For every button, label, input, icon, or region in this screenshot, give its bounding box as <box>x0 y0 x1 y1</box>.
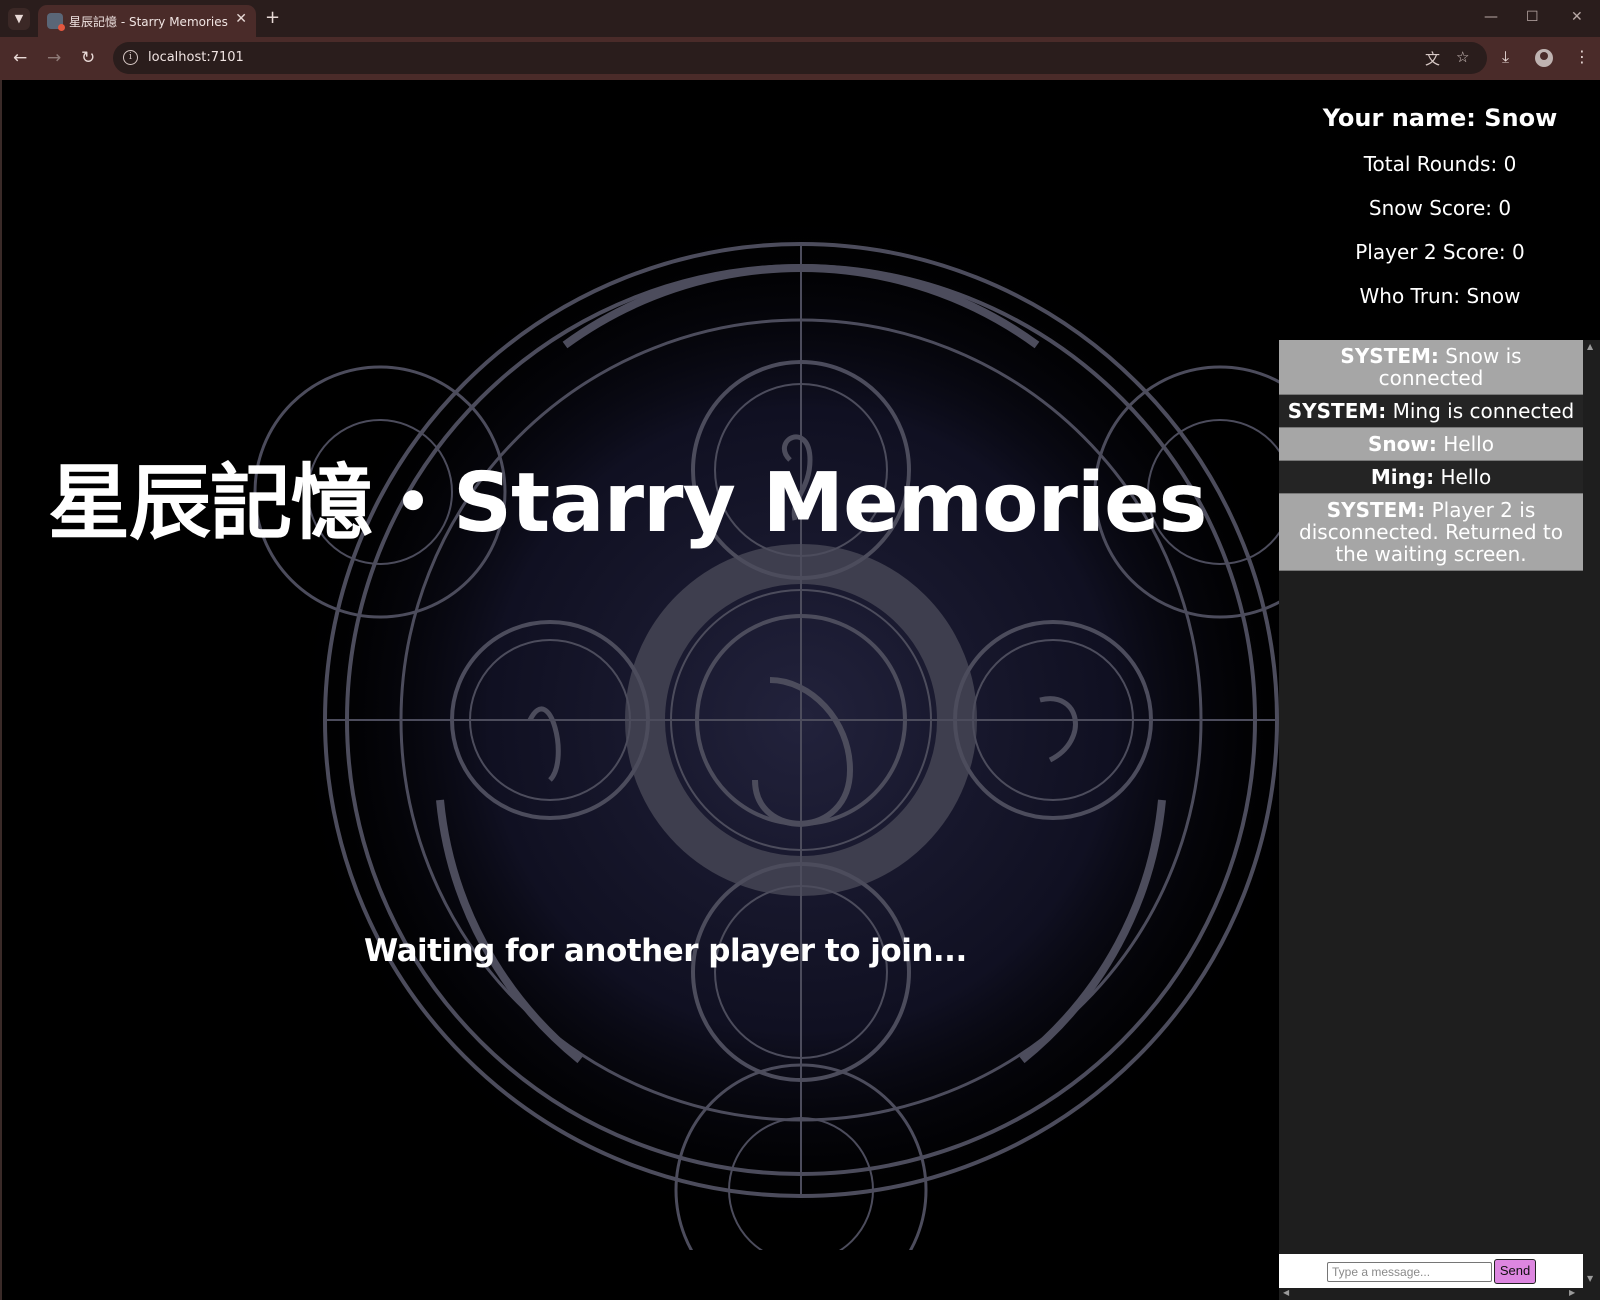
bookmark-star-icon[interactable]: ☆ <box>1456 48 1469 66</box>
scroll-up-icon[interactable]: ▲ <box>1587 342 1593 351</box>
scroll-right-icon[interactable]: ▶ <box>1569 1288 1575 1297</box>
chat-message-text: Hello <box>1436 432 1494 456</box>
translate-icon[interactable]: 文 <box>1425 48 1440 69</box>
chat-input-bar: Send <box>1279 1254 1583 1288</box>
send-button[interactable]: Send <box>1494 1259 1536 1284</box>
chat-message-text: Ming is connected <box>1386 399 1575 423</box>
browser-tab-strip: ▼ 星辰記憶 - Starry Memories ✕ + — ☐ ✕ <box>0 0 1600 37</box>
reload-icon[interactable]: ↻ <box>81 48 95 68</box>
chat-message: SYSTEM: Ming is connected <box>1279 395 1583 428</box>
address-bar[interactable]: i localhost:7101 文 ☆ <box>113 42 1487 74</box>
total-rounds: Total Rounds: 0 <box>1363 152 1517 176</box>
browser-tab[interactable]: 星辰記憶 - Starry Memories ✕ <box>38 5 256 37</box>
chevron-down-icon: ▼ <box>14 12 24 25</box>
chat-message-sender: SYSTEM: <box>1326 498 1426 522</box>
chat-horizontal-scrollbar[interactable]: ◀ ▶ <box>1279 1288 1600 1300</box>
window-close-icon[interactable]: ✕ <box>1571 9 1583 25</box>
player-name: Your name: Snow <box>1322 104 1558 132</box>
chat-message: Snow: Hello <box>1279 428 1583 461</box>
stats-panel: Your name: Snow Total Rounds: 0 Snow Sco… <box>1280 98 1600 308</box>
chat-message-sender: Ming: <box>1370 465 1435 489</box>
chat-message: SYSTEM: Snow is connected <box>1279 340 1583 395</box>
chat-message-sender: Snow: <box>1368 432 1437 456</box>
tab-title: 星辰記憶 - Starry Memories <box>69 15 228 29</box>
snow-score: Snow Score: 0 <box>1368 196 1512 220</box>
close-tab-icon[interactable]: ✕ <box>235 11 247 27</box>
chat-message-input[interactable] <box>1327 1262 1492 1282</box>
tab-list-button[interactable]: ▼ <box>8 8 30 30</box>
page-border <box>0 80 2 1300</box>
chat-message-text: Hello <box>1434 465 1492 489</box>
favicon-icon <box>47 13 65 31</box>
magic-circle-background <box>253 200 1347 1250</box>
forward-icon[interactable]: → <box>47 48 61 68</box>
maximize-icon[interactable]: ☐ <box>1526 9 1539 25</box>
browser-toolbar: ← → ↻ i localhost:7101 文 ☆ ⤓ ⋮ <box>0 37 1600 80</box>
chat-message-sender: SYSTEM: <box>1340 344 1439 368</box>
minimize-icon[interactable]: — <box>1484 9 1498 25</box>
menu-kebab-icon[interactable]: ⋮ <box>1574 47 1590 66</box>
profile-avatar-icon[interactable] <box>1535 49 1553 67</box>
chat-message-sender: SYSTEM: <box>1287 399 1387 423</box>
chat-message: Ming: Hello <box>1279 461 1583 494</box>
player2-score: Player 2 Score: 0 <box>1355 240 1525 264</box>
chat-scrollbar[interactable]: ▲ ▼ <box>1583 340 1600 1300</box>
url-text[interactable]: localhost:7101 <box>148 50 244 65</box>
back-icon[interactable]: ← <box>13 48 27 68</box>
scroll-down-icon[interactable]: ▼ <box>1587 1274 1593 1283</box>
chat-panel: SYSTEM: Snow is connected SYSTEM: Ming is… <box>1279 340 1600 1300</box>
current-turn: Who Trun: Snow <box>1359 284 1521 308</box>
scroll-left-icon[interactable]: ◀ <box>1283 1288 1289 1297</box>
chat-message: SYSTEM: Player 2 is disconnected. Return… <box>1279 494 1583 571</box>
new-tab-button[interactable]: + <box>265 7 280 28</box>
site-info-icon[interactable]: i <box>123 50 138 65</box>
waiting-status: Waiting for another player to join... <box>364 933 967 969</box>
chat-message-list: SYSTEM: Snow is connected SYSTEM: Ming is… <box>1279 340 1583 1248</box>
download-icon[interactable]: ⤓ <box>1502 47 1509 67</box>
page-viewport: 星辰記憶・Starry Memories Waiting for another… <box>0 80 1600 1300</box>
game-title: 星辰記憶・Starry Memories <box>48 456 1207 551</box>
